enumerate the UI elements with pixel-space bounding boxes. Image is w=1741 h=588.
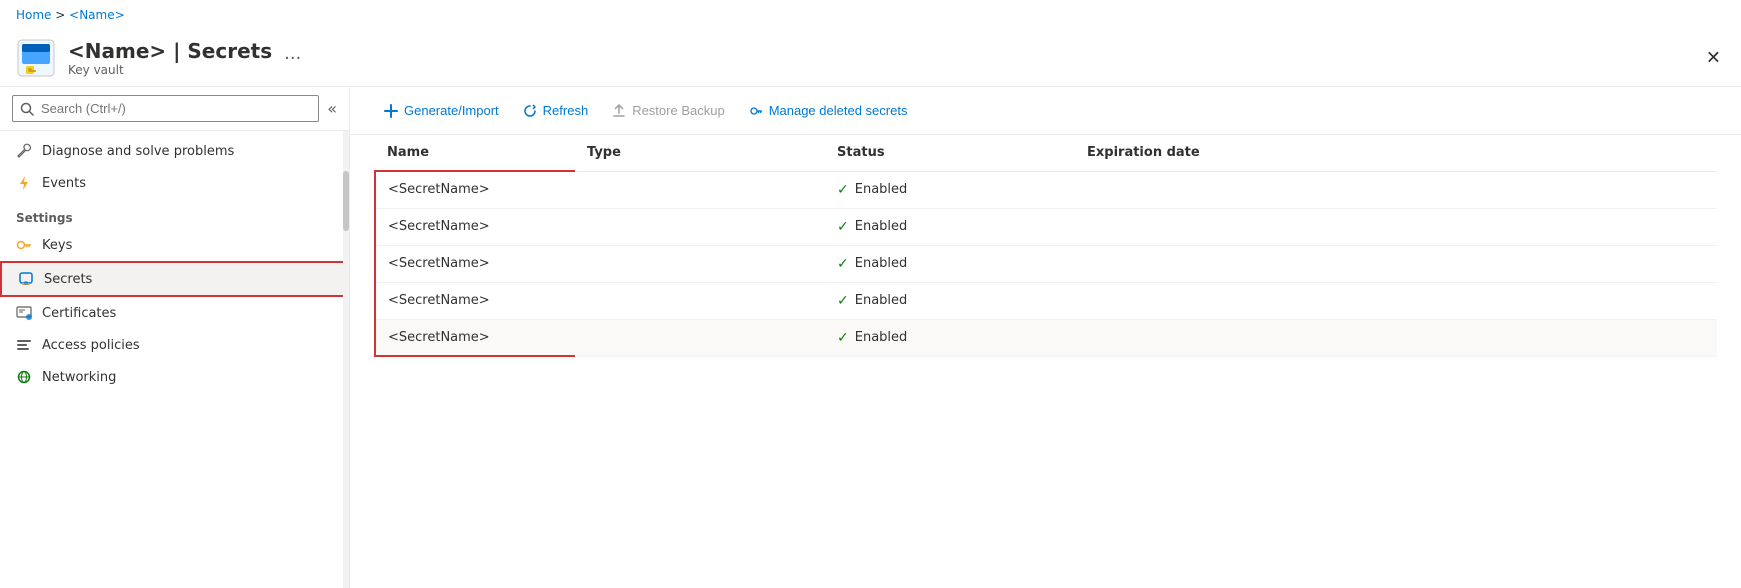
secret-type-cell [575,282,825,319]
secret-type-cell [575,245,825,282]
secret-expiry-cell [1075,282,1717,319]
page-header: <Name> | Secrets Key vault ··· ✕ [0,30,1741,87]
secret-type-cell [575,208,825,245]
col-header-status: Status [825,135,1075,171]
sidebar-item-keys[interactable]: Keys [0,229,349,261]
close-button[interactable]: ✕ [1706,48,1721,69]
secret-expiry-cell [1075,208,1717,245]
more-options-icon[interactable]: ··· [284,48,301,69]
sidebar-item-certificates[interactable]: Certificates [0,297,349,329]
breadcrumb-home[interactable]: Home [16,8,51,22]
key-manage-icon [749,104,763,118]
sidebar-item-keys-label: Keys [42,238,72,253]
breadcrumb-current[interactable]: <Name> [69,8,125,22]
sidebar: « Diagnose and solve problems Events Set… [0,87,350,588]
check-icon: ✓ [837,293,849,309]
table-row[interactable]: <SecretName> ✓ Enabled [375,171,1717,208]
refresh-button[interactable]: Refresh [513,97,599,124]
cert-icon [16,305,32,321]
keyvault-icon [16,38,56,78]
access-icon [16,337,32,353]
search-input[interactable] [12,95,319,122]
plus-icon [384,104,398,118]
page-subtitle: Key vault [68,63,272,77]
sidebar-item-events-label: Events [42,176,86,191]
secret-name-cell[interactable]: <SecretName> [375,245,575,282]
check-icon: ✓ [837,182,849,198]
table-row[interactable]: <SecretName> ✓ Enabled [375,319,1717,356]
secret-name-cell[interactable]: <SecretName> [375,282,575,319]
secret-status-cell: ✓ Enabled [825,208,1075,245]
header-title-group: <Name> | Secrets Key vault [68,39,272,77]
secret-name-cell[interactable]: <SecretName> [375,208,575,245]
sidebar-item-networking-label: Networking [42,370,116,385]
col-header-name: Name [375,135,575,171]
col-header-type: Type [575,135,825,171]
check-icon: ✓ [837,330,849,346]
table-row[interactable]: <SecretName> ✓ Enabled [375,282,1717,319]
search-icon [20,102,34,116]
secret-expiry-cell [1075,171,1717,208]
sidebar-item-networking[interactable]: Networking [0,361,349,393]
page-title: <Name> | Secrets [68,39,272,63]
sidebar-item-access-label: Access policies [42,338,140,353]
sidebar-item-diagnose-label: Diagnose and solve problems [42,144,234,159]
secret-expiry-cell [1075,245,1717,282]
refresh-icon [523,104,537,118]
key-icon [16,237,32,253]
table-header-row: Name Type Status Expiration date [375,135,1717,171]
search-bar: « [0,87,349,131]
col-header-expiry: Expiration date [1075,135,1717,171]
table-container: Name Type Status Expiration date <Secret… [350,135,1741,588]
check-icon: ✓ [837,256,849,272]
breadcrumb: Home > <Name> [0,0,1741,30]
secret-status-cell: ✓ Enabled [825,319,1075,356]
sidebar-item-access-policies[interactable]: Access policies [0,329,349,361]
collapse-sidebar-icon[interactable]: « [327,99,337,118]
secret-status-cell: ✓ Enabled [825,245,1075,282]
network-icon [16,369,32,385]
settings-section-label: Settings [0,199,349,229]
secret-status-cell: ✓ Enabled [825,171,1075,208]
sidebar-item-events[interactable]: Events [0,167,349,199]
secret-name-cell[interactable]: <SecretName> [375,171,575,208]
upload-icon [612,104,626,118]
content-area: Generate/Import Refresh Restore B [350,87,1741,588]
secret-status-cell: ✓ Enabled [825,282,1075,319]
secret-expiry-cell [1075,319,1717,356]
secret-name-cell[interactable]: <SecretName> [375,319,575,356]
table-row[interactable]: <SecretName> ✓ Enabled [375,208,1717,245]
manage-deleted-button[interactable]: Manage deleted secrets [739,97,918,124]
sidebar-item-secrets[interactable]: Secrets [0,261,349,297]
sidebar-nav: Diagnose and solve problems Events Setti… [0,131,349,588]
sidebar-item-secrets-label: Secrets [44,272,92,287]
scrollbar-track[interactable] [343,131,349,588]
check-icon: ✓ [837,219,849,235]
restore-backup-button[interactable]: Restore Backup [602,97,735,124]
secrets-table: Name Type Status Expiration date <Secret… [374,135,1717,357]
secret-icon [18,271,34,287]
secret-type-cell [575,319,825,356]
generate-import-button[interactable]: Generate/Import [374,97,509,124]
sidebar-item-diagnose[interactable]: Diagnose and solve problems [0,135,349,167]
toolbar: Generate/Import Refresh Restore B [350,87,1741,135]
sidebar-item-certificates-label: Certificates [42,306,116,321]
table-row[interactable]: <SecretName> ✓ Enabled [375,245,1717,282]
scrollbar-thumb[interactable] [343,171,349,231]
secret-type-cell [575,171,825,208]
bolt-icon [16,175,32,191]
wrench-icon [16,143,32,159]
